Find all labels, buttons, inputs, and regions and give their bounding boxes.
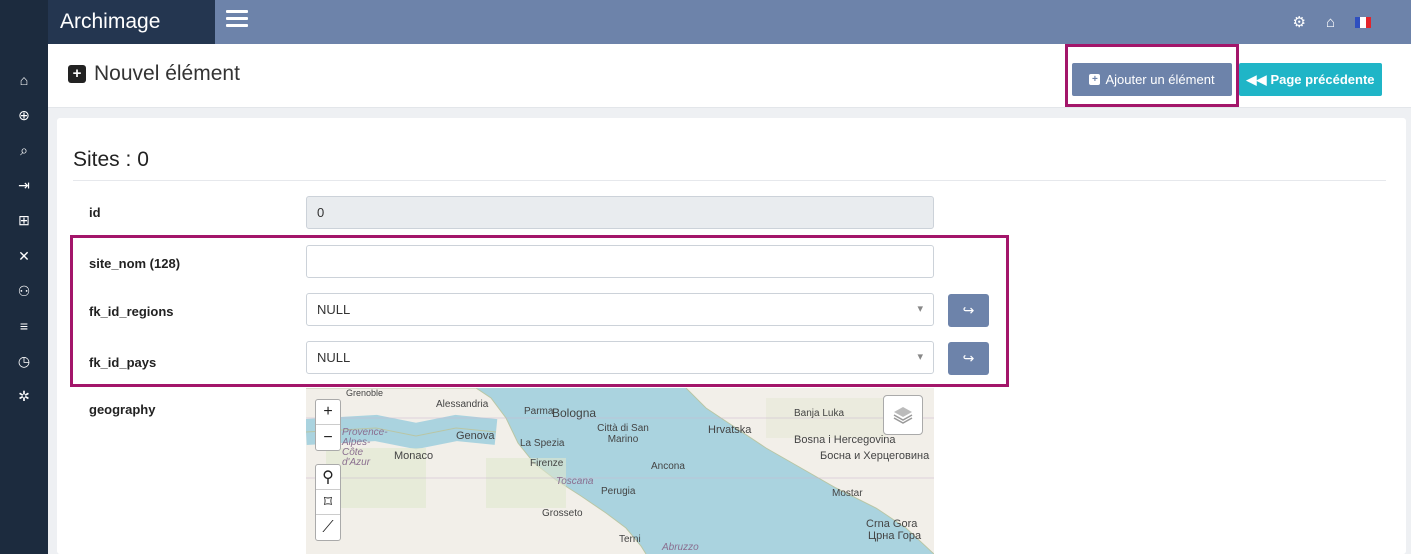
- table-icon[interactable]: ⊞: [0, 206, 48, 234]
- map-label: Toscana: [556, 476, 594, 487]
- user-edit-icon[interactable]: ⚇: [0, 277, 48, 305]
- draw-polyline-icon[interactable]: ⟋: [316, 515, 340, 540]
- brand-left-block: [0, 0, 48, 44]
- draw-marker-icon[interactable]: ⚲: [316, 465, 340, 490]
- map-label: Crna Gora: [866, 518, 918, 530]
- add-element-button[interactable]: + Ajouter un élément: [1072, 63, 1232, 96]
- field-label-id: id: [89, 205, 101, 220]
- map-label: Bologna: [552, 406, 597, 420]
- previous-page-button[interactable]: ◀◀ Page précédente: [1239, 63, 1382, 96]
- menu-toggle-icon[interactable]: [226, 10, 248, 30]
- clock-icon[interactable]: ◷: [0, 347, 48, 375]
- plus-square-icon: +: [1089, 74, 1101, 85]
- section-title: Sites : 0: [73, 148, 149, 171]
- regions-goto-button[interactable]: ↪: [948, 294, 989, 327]
- page-title-text: Nouvel élément: [94, 62, 240, 85]
- page-title: + Nouvel élément: [68, 62, 240, 86]
- field-label-fk-id-regions: fk_id_regions: [89, 304, 174, 319]
- field-label-fk-id-pays: fk_id_pays: [89, 355, 157, 370]
- flag-fr-icon[interactable]: [1355, 16, 1371, 28]
- fk-id-pays-select[interactable]: NULL: [306, 341, 934, 374]
- id-field: 0: [306, 196, 934, 229]
- plus-circle-icon[interactable]: ⊕: [0, 101, 48, 129]
- plus-square-icon: +: [68, 65, 86, 83]
- backward-icon: ◀◀: [1246, 71, 1267, 87]
- map-label: Mostar: [832, 488, 863, 499]
- tools-icon[interactable]: ✕: [0, 242, 48, 270]
- map-label: Abruzzo: [662, 542, 699, 553]
- map-label: Црна Гора: [868, 530, 922, 542]
- map-layers-icon[interactable]: [883, 395, 923, 435]
- map-label: Perugia: [601, 486, 636, 497]
- zoom-in-button[interactable]: +: [316, 400, 340, 425]
- map-label: Grosseto: [542, 508, 583, 519]
- geography-map[interactable]: Alessandria Parma Bologna Genova La Spez…: [306, 388, 934, 554]
- map-label: Ancona: [651, 461, 685, 472]
- cogs-icon[interactable]: ✲: [0, 382, 48, 410]
- sign-in-icon[interactable]: ⇥: [0, 171, 48, 199]
- map-label: Terni: [619, 534, 641, 545]
- map-label: Босна и Херцеговина: [820, 450, 930, 462]
- pays-goto-button[interactable]: ↪: [948, 342, 989, 375]
- share-icon: ↪: [962, 302, 975, 318]
- previous-page-label: Page précédente: [1270, 72, 1375, 87]
- add-element-label: Ajouter un élément: [1105, 72, 1215, 87]
- map-label: Parma: [524, 406, 554, 417]
- field-label-geography: geography: [89, 402, 156, 417]
- map-zoom-control: + −: [315, 399, 341, 451]
- draw-polygon-icon[interactable]: ⌑: [316, 490, 340, 515]
- map-label: Firenze: [530, 458, 564, 469]
- section-divider: [73, 180, 1386, 181]
- map-label: Città di San Marino: [597, 423, 649, 445]
- map-label: Monaco: [394, 450, 434, 462]
- top-right-icons: ⚙ ⌂: [1292, 0, 1371, 44]
- map-label: Provence-Alpes-Côte d'Azur: [342, 427, 388, 468]
- gears-icon[interactable]: ⚙: [1292, 13, 1305, 31]
- map-label: Grenoble: [346, 388, 384, 398]
- database-icon[interactable]: ≡: [0, 312, 48, 340]
- app-brand[interactable]: Archimage: [48, 0, 215, 44]
- map-label: Banja Luka: [794, 408, 845, 419]
- map-label: Genova: [456, 430, 495, 442]
- fk-id-regions-select[interactable]: NULL: [306, 293, 934, 326]
- map-label: La Spezia: [520, 438, 565, 449]
- search-icon[interactable]: ⌕: [0, 136, 48, 164]
- zoom-out-button[interactable]: −: [316, 425, 340, 450]
- map-draw-toolbar: ⚲ ⌑ ⟋: [315, 464, 341, 541]
- layers-icon: [893, 407, 913, 424]
- field-label-site-nom: site_nom (128): [89, 256, 181, 271]
- map-label: Alessandria: [436, 399, 489, 410]
- map-label: Bosna i Hercegovina: [794, 434, 896, 446]
- site-nom-input[interactable]: [306, 245, 934, 278]
- home-icon[interactable]: ⌂: [0, 66, 48, 94]
- map-label: Hrvatska: [708, 424, 752, 436]
- home-icon[interactable]: ⌂: [1326, 14, 1335, 31]
- share-icon: ↪: [962, 350, 975, 366]
